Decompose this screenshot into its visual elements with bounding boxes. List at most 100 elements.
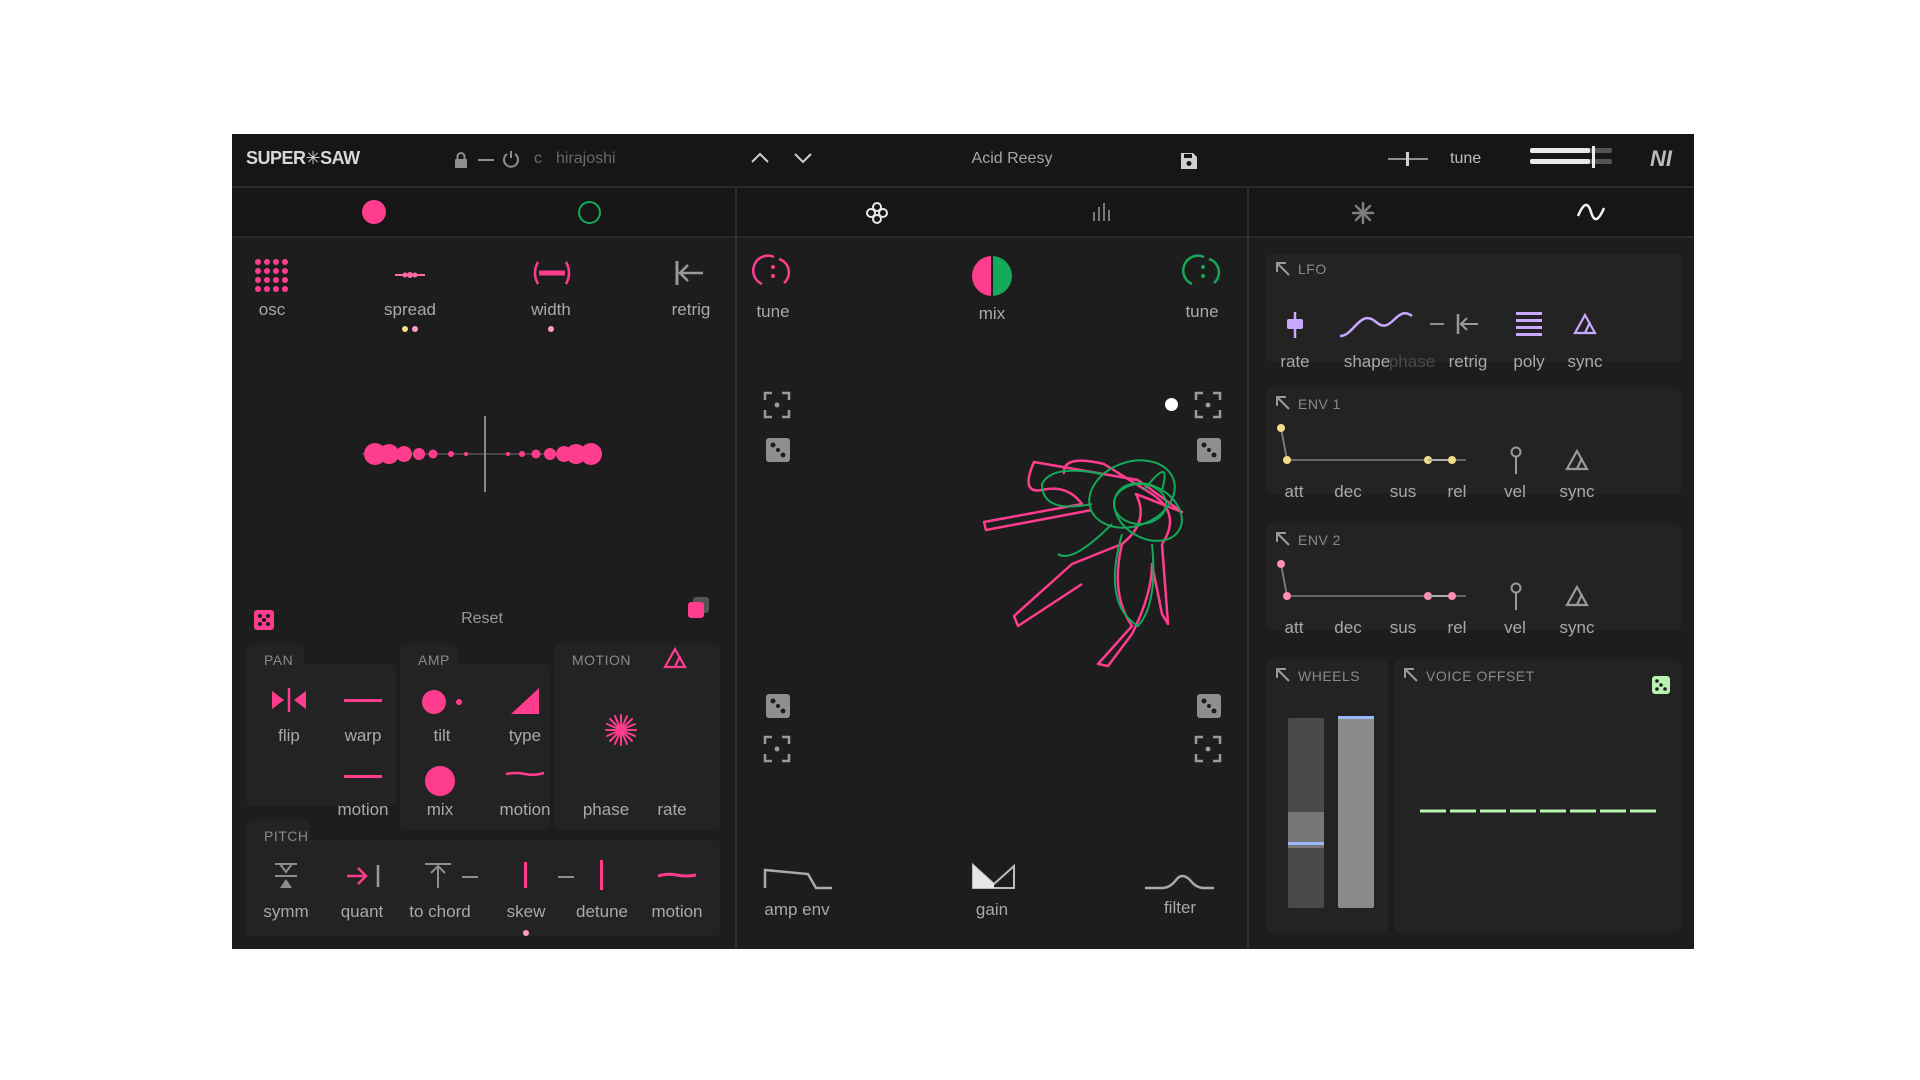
osc-grid-icon[interactable] — [254, 258, 290, 294]
amp-type-icon[interactable] — [511, 688, 539, 714]
env1-dec-label[interactable]: dec — [1323, 482, 1373, 502]
dice-icon[interactable] — [766, 438, 790, 462]
flip-label: flip — [278, 726, 300, 745]
env1-sync-icon[interactable] — [1565, 448, 1589, 471]
save-icon[interactable] — [1180, 152, 1198, 170]
power-icon[interactable] — [502, 150, 520, 168]
spread-indicator — [402, 326, 408, 332]
gain-icon[interactable] — [972, 862, 1016, 890]
tab-effects[interactable] — [1351, 201, 1375, 225]
amp-mix-control[interactable] — [425, 766, 455, 796]
env1-sus-label[interactable]: sus — [1378, 482, 1428, 502]
focus-icon[interactable] — [763, 735, 791, 763]
minus-icon[interactable] — [478, 159, 494, 161]
lfo-rate-slider[interactable] — [1286, 312, 1304, 338]
collapse-arrow-icon[interactable] — [1404, 668, 1418, 682]
motion-sync-icon[interactable] — [663, 646, 687, 669]
voice-spread-display[interactable] — [362, 414, 622, 494]
voice-offset-dice-icon[interactable] — [1652, 676, 1670, 694]
tab-spectrum-view[interactable] — [1092, 202, 1112, 222]
lock-icon[interactable] — [454, 152, 468, 168]
tune-slider[interactable] — [1388, 152, 1428, 166]
retrig-icon[interactable] — [674, 260, 704, 286]
dice-icon[interactable] — [766, 694, 790, 718]
preset-name[interactable]: Acid Reesy — [932, 150, 1092, 168]
key-select[interactable]: c — [534, 150, 542, 168]
symm-icon[interactable] — [274, 862, 298, 890]
velocity-icon[interactable] — [1510, 446, 1522, 474]
phase-label[interactable]: phase — [576, 800, 636, 820]
tilt-label: tilt — [433, 726, 451, 745]
detune-control[interactable] — [600, 860, 603, 890]
lfo-panel — [1266, 254, 1682, 362]
env1-rel-label[interactable]: rel — [1432, 482, 1482, 502]
reset-button[interactable]: Reset — [442, 610, 522, 628]
chevron-down-icon[interactable] — [794, 152, 812, 164]
scale-select[interactable]: hirajoshi — [556, 150, 616, 168]
velocity-icon[interactable] — [1510, 582, 1522, 610]
env2-rel-label[interactable]: rel — [1432, 618, 1482, 638]
mix-knob[interactable] — [972, 256, 1012, 296]
lfo-shape-wave[interactable] — [1338, 302, 1414, 342]
pitch-motion-control[interactable] — [657, 871, 697, 879]
pan-motion-label: motion — [337, 800, 389, 819]
env2-dec-label[interactable]: dec — [1323, 618, 1373, 638]
warp-control[interactable] — [344, 699, 382, 702]
amp-motion-control[interactable] — [505, 770, 545, 778]
warp-label: warp — [344, 726, 382, 745]
lfo-poly-icon[interactable] — [1516, 312, 1542, 336]
tab-osc-a[interactable] — [362, 200, 386, 224]
plugin-window: SUPER✳SAW c hirajoshi Acid Reesy tune NI… — [232, 134, 1694, 949]
focus-icon[interactable] — [763, 391, 791, 419]
tab-motion-view[interactable] — [865, 201, 889, 225]
to-chord-label: to chord — [409, 902, 471, 921]
collapse-arrow-icon[interactable] — [1276, 262, 1290, 276]
volume-meter[interactable] — [1530, 146, 1612, 168]
skew-label: skew — [506, 902, 546, 921]
width-icon[interactable] — [532, 260, 572, 286]
randomize-dice-icon[interactable] — [254, 610, 274, 630]
to-chord-icon[interactable] — [424, 862, 480, 888]
env2-att-label[interactable]: att — [1269, 618, 1319, 638]
lfo-title: LFO — [1298, 261, 1327, 277]
lfo-retrig-label: retrig — [1448, 352, 1488, 371]
skew-control[interactable] — [524, 862, 527, 888]
tune-left-knob[interactable] — [752, 254, 792, 288]
tab-modulation[interactable] — [1576, 203, 1606, 221]
tune-right-knob[interactable] — [1182, 254, 1222, 288]
env2-sus-label[interactable]: sus — [1378, 618, 1428, 638]
tilt-control[interactable] — [422, 690, 446, 714]
filter-icon[interactable] — [1144, 874, 1214, 890]
env1-graph[interactable] — [1277, 424, 1468, 464]
dice-icon[interactable] — [1197, 694, 1221, 718]
chevron-up-icon[interactable] — [751, 152, 769, 164]
motion-visualization[interactable] — [922, 394, 1222, 694]
motion-burst-icon[interactable] — [605, 714, 637, 746]
focus-icon[interactable] — [1194, 735, 1222, 763]
amp-env-icon[interactable] — [763, 867, 834, 890]
env2-graph[interactable] — [1277, 560, 1468, 600]
collapse-arrow-icon[interactable] — [1276, 532, 1290, 546]
env2-sync-icon[interactable] — [1565, 584, 1589, 607]
pitch-wheel[interactable] — [1288, 718, 1324, 908]
lfo-retrig-icon[interactable] — [1456, 314, 1478, 334]
mod-wheel[interactable] — [1338, 716, 1374, 908]
spread-icon[interactable] — [395, 270, 425, 280]
quant-label: quant — [340, 902, 384, 921]
env1-att-label[interactable]: att — [1269, 482, 1319, 502]
collapse-arrow-icon[interactable] — [1276, 668, 1290, 682]
skew-minus — [558, 876, 574, 878]
skew-indicator — [523, 930, 529, 936]
collapse-arrow-icon[interactable] — [1276, 396, 1290, 410]
type-label: type — [508, 726, 542, 745]
pan-motion-control[interactable] — [344, 775, 382, 778]
voice-offset-bars[interactable] — [1420, 808, 1660, 814]
copy-icon[interactable] — [687, 596, 711, 620]
tab-osc-b[interactable] — [578, 201, 601, 224]
lfo-sync-icon[interactable] — [1573, 312, 1597, 335]
amp-motion-label: motion — [499, 800, 551, 819]
motion-rate-label[interactable]: rate — [642, 800, 702, 820]
quant-icon[interactable] — [346, 864, 382, 888]
flip-icon[interactable] — [271, 688, 307, 712]
lfo-phase-label[interactable]: phase — [1382, 352, 1442, 372]
